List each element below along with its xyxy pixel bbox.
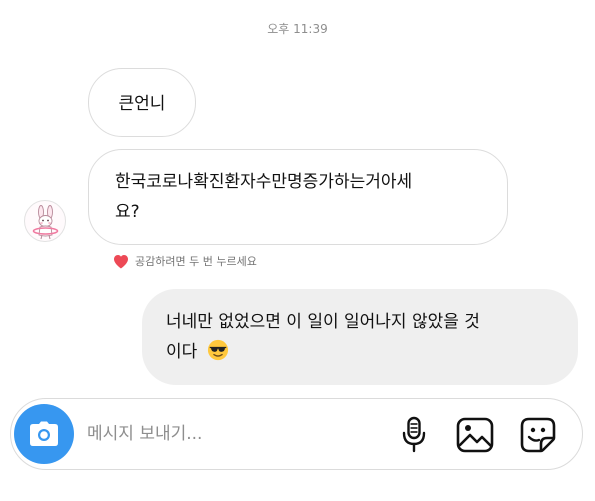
message-text-line: 너네만 없었으면 이 일이 일어나지 않았을 것 xyxy=(166,312,480,332)
camera-button[interactable] xyxy=(14,404,74,464)
sender-avatar[interactable] xyxy=(24,200,66,242)
message-text: 큰언니 xyxy=(118,94,166,114)
message-text-line: 이다 xyxy=(166,337,558,367)
message-text-line: 한국코로나확진환자수만명증가하는거아세 xyxy=(115,172,413,192)
message-composer xyxy=(10,398,583,470)
incoming-message-bubble[interactable]: 한국코로나확진환자수만명증가하는거아세 요? xyxy=(88,149,508,245)
reaction-hint-text: 공감하려면 두 번 누르세요 xyxy=(135,255,257,268)
gallery-button[interactable] xyxy=(455,415,495,455)
bunny-avatar-icon xyxy=(32,205,59,240)
gallery-icon xyxy=(456,417,494,453)
reaction-hint: 공감하려면 두 번 누르세요 xyxy=(113,252,257,270)
incoming-message-bubble[interactable]: 큰언니 xyxy=(88,68,196,137)
sunglasses-emoji-icon xyxy=(207,339,228,361)
message-text-line: 요? xyxy=(115,202,140,222)
voice-message-button[interactable] xyxy=(394,415,434,455)
camera-icon xyxy=(30,421,58,446)
heart-icon xyxy=(114,254,128,268)
sticker-button[interactable] xyxy=(518,415,558,455)
message-timestamp: 오후 11:39 xyxy=(267,22,328,36)
sticker-icon xyxy=(520,417,556,453)
outgoing-message-bubble[interactable]: 너네만 없었으면 이 일이 일어나지 않았을 것 이다 xyxy=(142,289,578,385)
message-input[interactable] xyxy=(87,419,387,449)
microphone-icon xyxy=(402,416,426,453)
